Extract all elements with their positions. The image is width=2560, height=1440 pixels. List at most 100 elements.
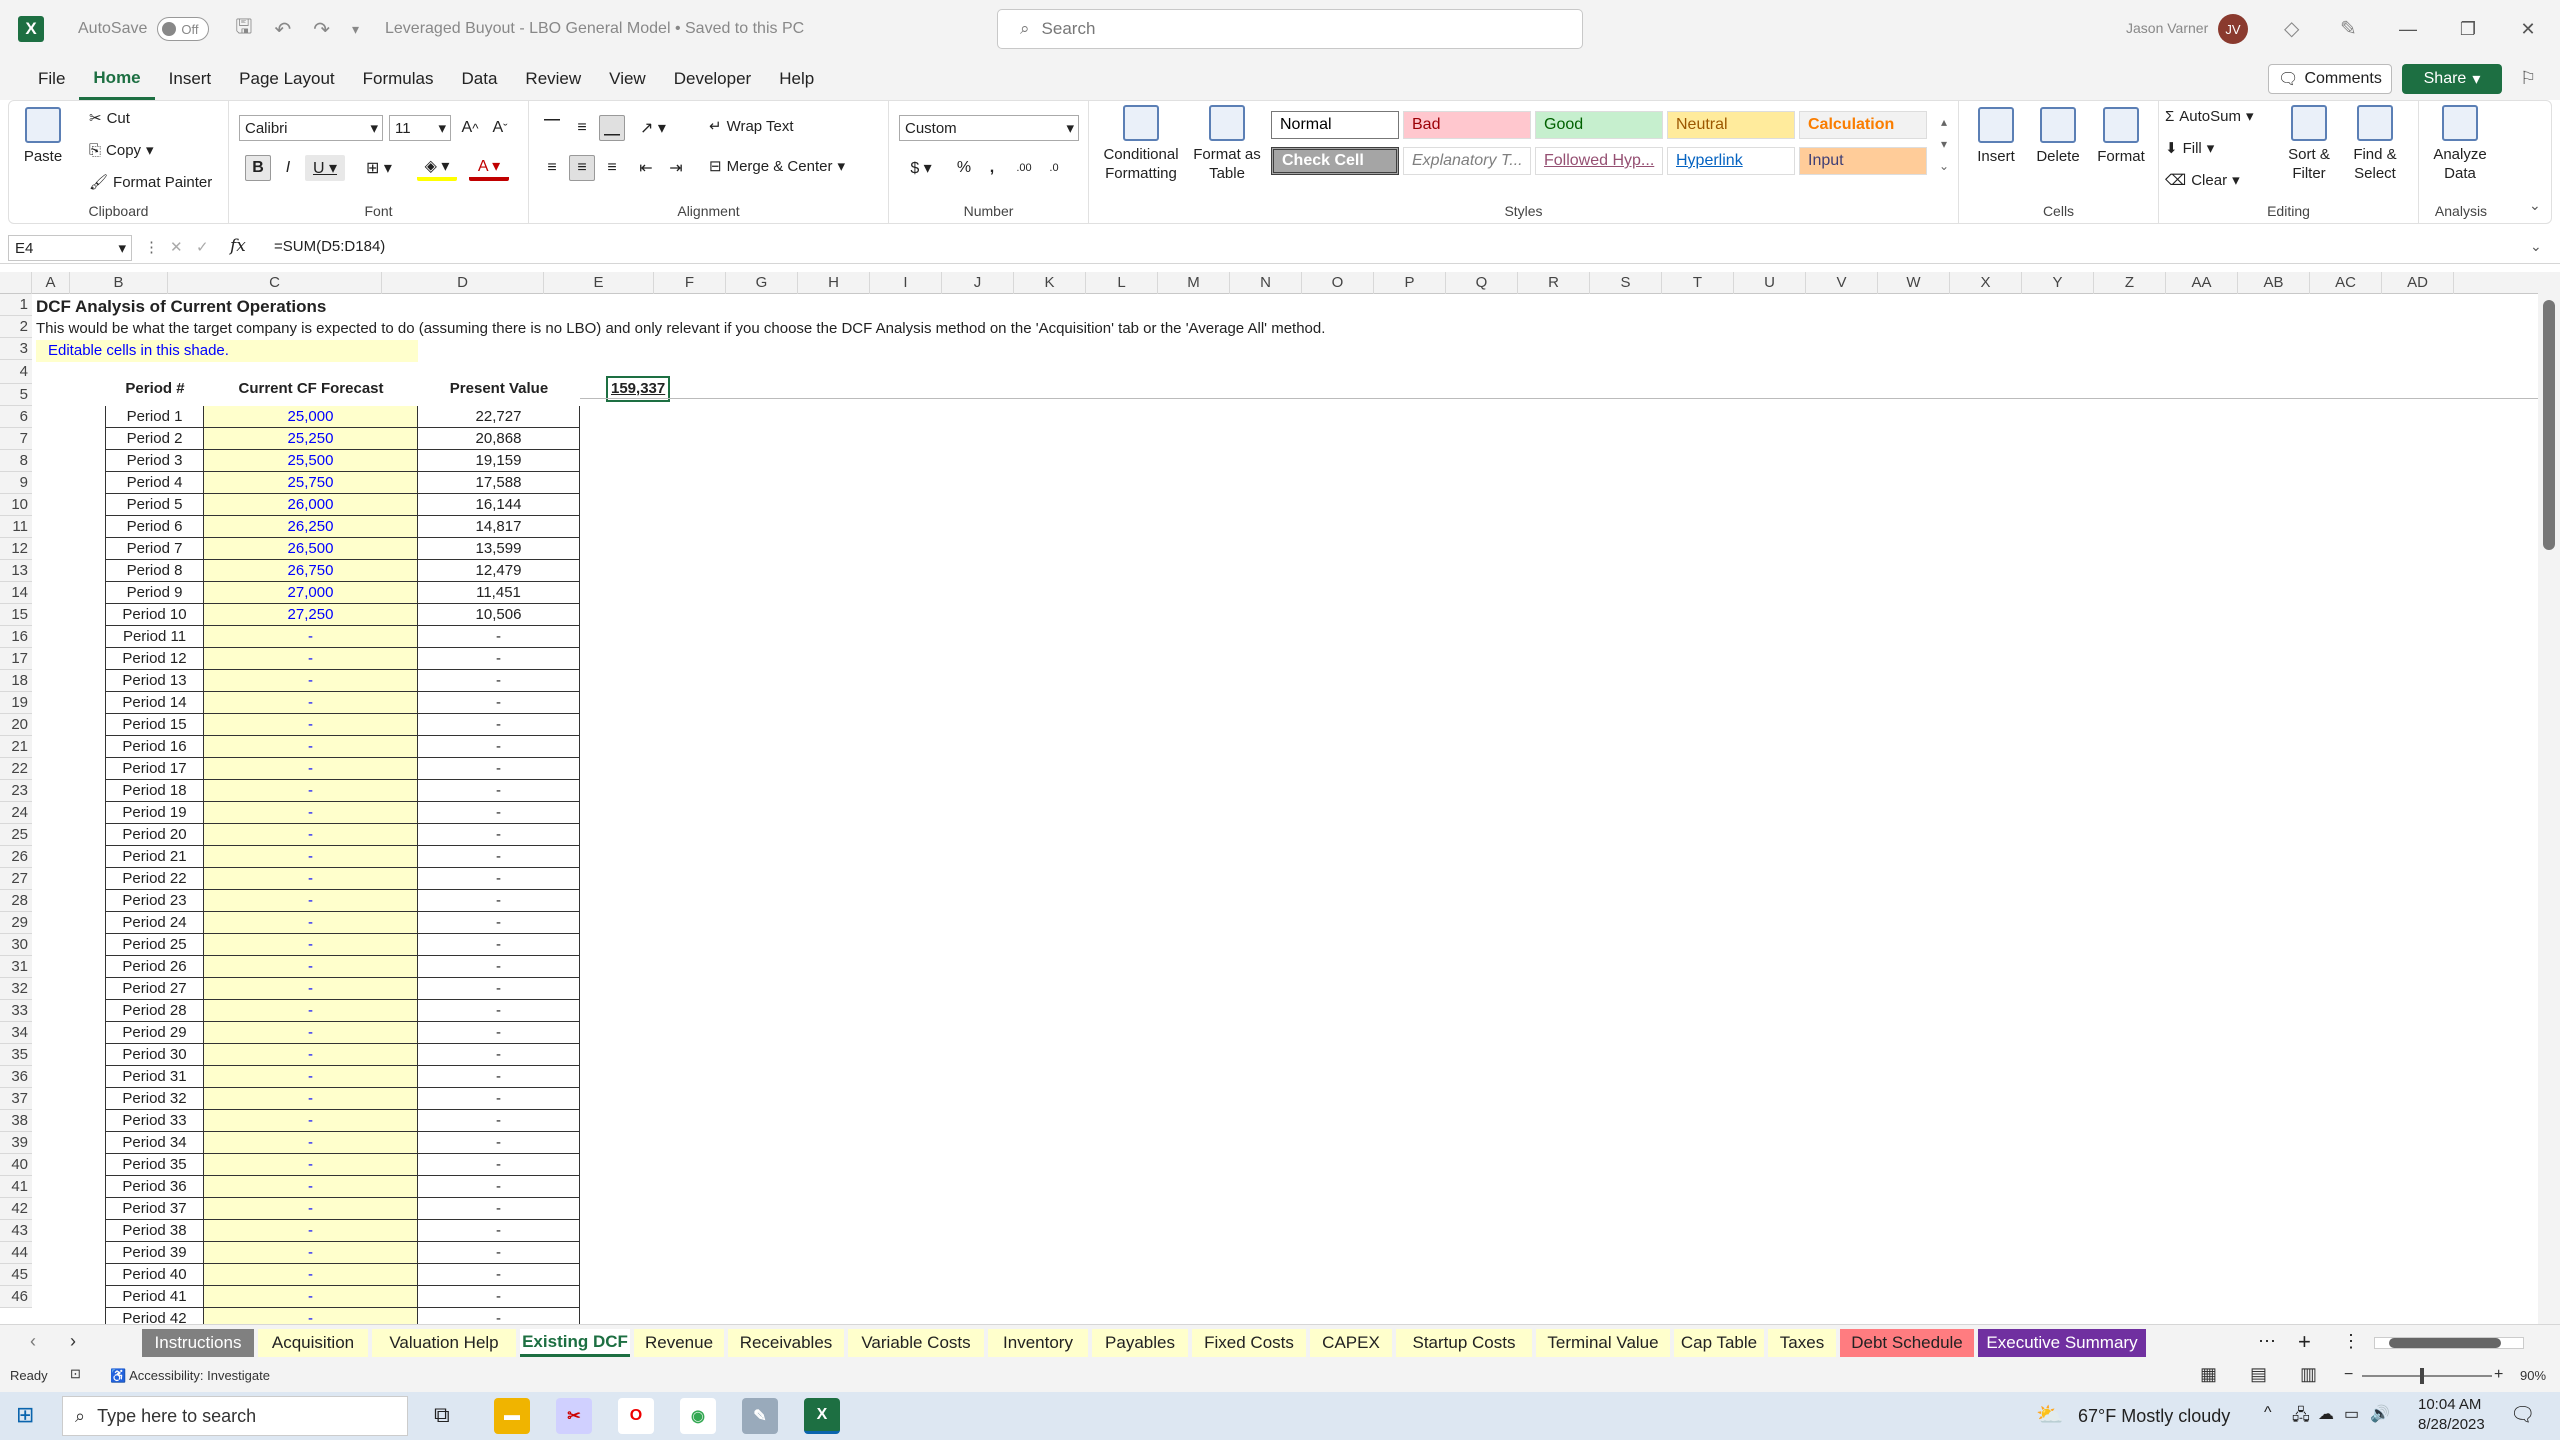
forecast-cell[interactable]: - bbox=[204, 648, 418, 670]
scroll-tabs-right-icon[interactable]: › bbox=[70, 1331, 76, 1352]
present-value-cell[interactable]: - bbox=[418, 912, 580, 934]
share-button[interactable]: Share ▾ bbox=[2402, 64, 2502, 94]
column-header[interactable]: F bbox=[654, 272, 726, 294]
period-cell[interactable]: Period 3 bbox=[106, 450, 204, 472]
present-value-cell[interactable]: - bbox=[418, 1242, 580, 1264]
column-header[interactable]: B bbox=[70, 272, 168, 294]
sheet-tab-existing-dcf[interactable]: Existing DCF bbox=[520, 1329, 630, 1357]
clock-date[interactable]: 8/28/2023 bbox=[2418, 1416, 2485, 1433]
row-header[interactable]: 42 bbox=[0, 1198, 32, 1220]
comma-icon[interactable]: , bbox=[979, 155, 1005, 181]
menu-insert[interactable]: Insert bbox=[155, 58, 226, 100]
row-header[interactable]: 6 bbox=[0, 406, 32, 428]
forecast-cell[interactable]: - bbox=[204, 802, 418, 824]
forecast-cell[interactable]: 26,750 bbox=[204, 560, 418, 582]
row-header[interactable]: 10 bbox=[0, 494, 32, 516]
row-header[interactable]: 3 bbox=[0, 338, 32, 360]
forecast-cell[interactable]: 27,000 bbox=[204, 582, 418, 604]
row-header[interactable]: 26 bbox=[0, 846, 32, 868]
forecast-cell[interactable]: - bbox=[204, 912, 418, 934]
column-header[interactable]: I bbox=[870, 272, 942, 294]
period-cell[interactable]: Period 28 bbox=[106, 1000, 204, 1022]
tab-splitter-icon[interactable]: ⋮ bbox=[2342, 1331, 2360, 1352]
period-cell[interactable]: Period 4 bbox=[106, 472, 204, 494]
restore-icon[interactable]: ❐ bbox=[2440, 0, 2496, 58]
row-header[interactable]: 11 bbox=[0, 516, 32, 538]
period-cell[interactable]: Period 30 bbox=[106, 1044, 204, 1066]
row-header[interactable]: 9 bbox=[0, 472, 32, 494]
column-header[interactable]: E bbox=[544, 272, 654, 294]
column-header[interactable]: Z bbox=[2094, 272, 2166, 294]
menu-page-layout[interactable]: Page Layout bbox=[225, 58, 348, 100]
forecast-cell[interactable]: - bbox=[204, 714, 418, 736]
present-value-cell[interactable]: 10,506 bbox=[418, 604, 580, 626]
diamond-icon[interactable]: ◇ bbox=[2284, 16, 2299, 41]
forecast-cell[interactable]: - bbox=[204, 692, 418, 714]
style-normal[interactable]: Normal bbox=[1271, 111, 1399, 139]
column-header[interactable]: A bbox=[32, 272, 70, 294]
align-center-icon[interactable]: ≡ bbox=[569, 155, 595, 181]
sheet-tab-startup-costs[interactable]: Startup Costs bbox=[1396, 1329, 1532, 1357]
present-value-cell[interactable]: - bbox=[418, 1308, 580, 1324]
column-header[interactable]: U bbox=[1734, 272, 1806, 294]
period-cell[interactable]: Period 19 bbox=[106, 802, 204, 824]
undo-icon[interactable]: ↶ bbox=[274, 17, 291, 42]
search-box[interactable]: ⌕ Search bbox=[997, 9, 1583, 49]
period-cell[interactable]: Period 1 bbox=[106, 406, 204, 428]
forecast-cell[interactable]: 25,500 bbox=[204, 450, 418, 472]
scroll-thumb[interactable] bbox=[2543, 300, 2555, 550]
present-value-cell[interactable]: 13,599 bbox=[418, 538, 580, 560]
windows-start-icon[interactable]: ⊞ bbox=[16, 1402, 34, 1428]
display-icon[interactable]: ▭ bbox=[2344, 1404, 2359, 1424]
present-value-cell[interactable]: - bbox=[418, 978, 580, 1000]
present-value-cell[interactable]: - bbox=[418, 846, 580, 868]
forecast-cell[interactable]: - bbox=[204, 780, 418, 802]
clear-button[interactable]: ⌫ Clear ▾ bbox=[2165, 171, 2240, 190]
forecast-cell[interactable]: - bbox=[204, 626, 418, 648]
align-left-icon[interactable]: ≡ bbox=[539, 155, 565, 181]
zoom-slider[interactable] bbox=[2362, 1368, 2492, 1384]
present-value-cell[interactable]: - bbox=[418, 802, 580, 824]
forecast-cell[interactable]: - bbox=[204, 1242, 418, 1264]
hscroll-thumb[interactable] bbox=[2389, 1338, 2501, 1348]
present-value-cell[interactable]: - bbox=[418, 714, 580, 736]
period-cell[interactable]: Period 6 bbox=[106, 516, 204, 538]
forecast-cell[interactable]: - bbox=[204, 934, 418, 956]
forecast-cell[interactable]: - bbox=[204, 1022, 418, 1044]
row-header[interactable]: 20 bbox=[0, 714, 32, 736]
orientation-icon[interactable]: ↗ ▾ bbox=[633, 115, 673, 141]
row-header[interactable]: 44 bbox=[0, 1242, 32, 1264]
comments-button[interactable]: 🗨 Comments bbox=[2268, 64, 2392, 94]
user-name[interactable]: Jason Varner bbox=[2126, 20, 2208, 36]
period-cell[interactable]: Period 13 bbox=[106, 670, 204, 692]
period-cell[interactable]: Period 31 bbox=[106, 1066, 204, 1088]
borders-icon[interactable]: ⊞ ▾ bbox=[359, 155, 399, 181]
row-header[interactable]: 23 bbox=[0, 780, 32, 802]
present-value-cell[interactable]: - bbox=[418, 1154, 580, 1176]
present-value-cell[interactable]: 20,868 bbox=[418, 428, 580, 450]
forecast-cell[interactable]: 25,000 bbox=[204, 406, 418, 428]
period-cell[interactable]: Period 40 bbox=[106, 1264, 204, 1286]
present-value-cell[interactable]: 16,144 bbox=[418, 494, 580, 516]
accessibility-status[interactable]: ♿ Accessibility: Investigate bbox=[110, 1368, 270, 1384]
period-cell[interactable]: Period 32 bbox=[106, 1088, 204, 1110]
column-header[interactable]: W bbox=[1878, 272, 1950, 294]
column-header[interactable]: J bbox=[942, 272, 1014, 294]
more-icon[interactable]: ⋮ bbox=[144, 238, 159, 256]
increase-decimal-icon[interactable]: .00 bbox=[1011, 155, 1037, 181]
cancel-icon[interactable]: ✕ bbox=[170, 238, 183, 256]
forecast-cell[interactable]: - bbox=[204, 1176, 418, 1198]
menu-help[interactable]: Help bbox=[765, 58, 828, 100]
increase-font-icon[interactable]: A ^ bbox=[457, 115, 483, 141]
autosum-button[interactable]: Σ AutoSum ▾ bbox=[2165, 107, 2254, 126]
file-explorer-icon[interactable]: ▬ bbox=[494, 1398, 530, 1434]
close-icon[interactable]: ✕ bbox=[2500, 0, 2556, 58]
period-cell[interactable]: Period 36 bbox=[106, 1176, 204, 1198]
forecast-cell[interactable]: - bbox=[204, 1044, 418, 1066]
zoom-in-icon[interactable]: + bbox=[2494, 1366, 2503, 1384]
present-value-cell[interactable]: - bbox=[418, 956, 580, 978]
row-header[interactable]: 1 bbox=[0, 294, 32, 316]
notifications-icon[interactable]: 🗨 bbox=[2510, 1402, 2535, 1427]
forecast-cell[interactable]: - bbox=[204, 1132, 418, 1154]
present-value-cell[interactable]: - bbox=[418, 648, 580, 670]
